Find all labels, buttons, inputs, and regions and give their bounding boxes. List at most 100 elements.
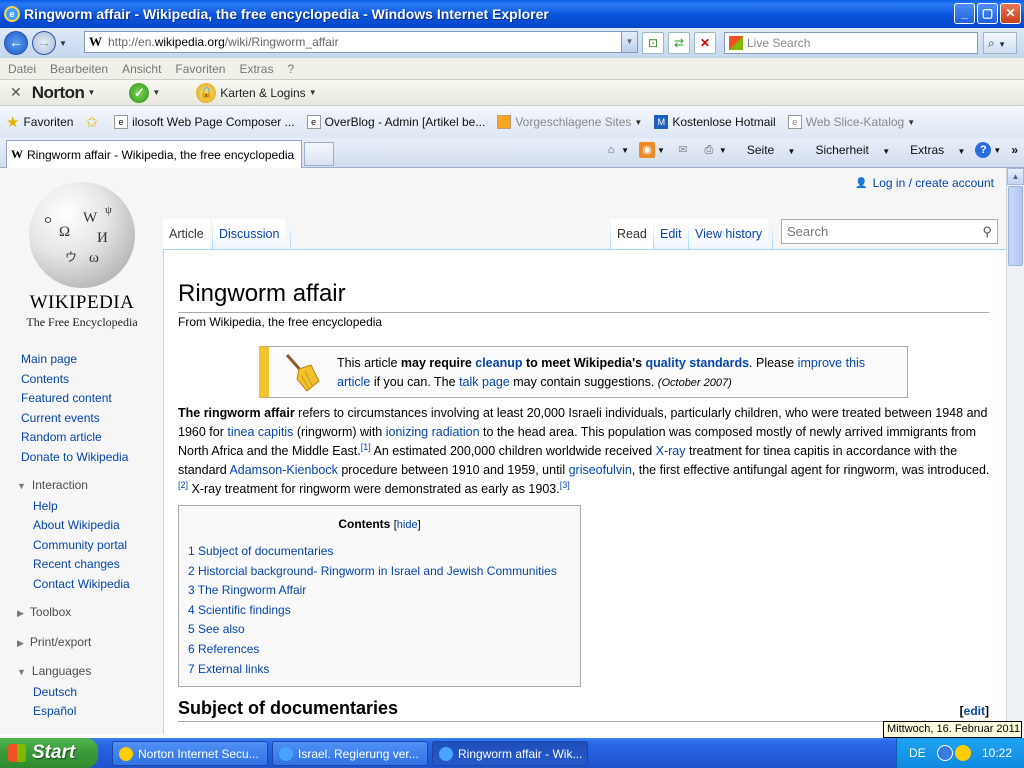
compatibility-icon[interactable]: ⊡ [642,32,664,54]
language-link-deutsch[interactable]: Deutsch [0,683,162,703]
reference-3-link[interactable]: [3] [560,480,570,490]
toc-item[interactable]: 7 External links [188,662,269,676]
toc-item[interactable]: 4 Scientific findings [188,603,291,617]
vertical-scrollbar[interactable]: ▲ [1006,168,1024,734]
portal-interaction-toggle[interactable]: ▼ Interaction [0,476,162,497]
adamson-kienbock-link[interactable]: Adamson-Kienbock [229,463,337,477]
quality-standards-link[interactable]: quality standards [646,356,750,370]
menu-favorites[interactable]: Favoriten [175,62,225,76]
tinea-capitis-link[interactable]: tinea capitis [227,425,293,439]
portal-languages-toggle[interactable]: ▼ Languages [0,662,162,683]
sidebar-item-main-page[interactable]: Main page [0,350,162,370]
tab-edit[interactable]: Edit [654,219,688,249]
back-button[interactable]: ← [4,31,28,55]
toc-hide-link[interactable]: hide [397,519,418,531]
address-bar[interactable]: W http://en. wikipedia.org/wiki/Ringworm_… [84,31,638,53]
wikipedia-logo[interactable]: Ω W И ウ ω ㅇ ψ WIKIPEDIA The Free Encyclo… [18,182,146,330]
reference-1-link[interactable]: [1] [361,442,371,452]
toc-item[interactable]: 1 Subject of documentaries [188,544,333,558]
new-tab-button[interactable] [304,142,334,166]
help-icon[interactable]: ? [975,142,992,158]
x-ray-link[interactable]: X-ray [656,444,686,458]
tab-discussion[interactable]: Discussion [213,219,286,249]
portal-print-toggle[interactable]: ▶ Print/export [0,633,162,654]
live-search-input[interactable]: Live Search [724,32,978,54]
cards-logins-button[interactable]: Karten & Logins [220,86,305,100]
mail-icon[interactable]: ✉ [675,142,691,158]
start-button[interactable]: Start [0,738,98,768]
norton-logo[interactable]: Norton [32,83,85,103]
language-indicator[interactable]: DE [909,746,926,760]
add-favorite-button[interactable]: ✩ [85,113,102,131]
language-link-espanol[interactable]: Español [0,702,162,722]
search-options-icon[interactable]: ▼ [998,40,1006,49]
help-dropdown-icon[interactable]: ▼ [993,146,1001,155]
forward-button[interactable]: → [32,31,56,55]
feed-dropdown-icon[interactable]: ▼ [657,146,665,155]
close-button[interactable]: ✕ [1000,3,1021,24]
fav-item-web-slice[interactable]: e Web Slice-Katalog ▼ [787,115,915,129]
search-go-button[interactable]: ⌕ ▼ [983,32,1017,54]
print-dropdown-icon[interactable]: ▼ [719,146,727,155]
sidebar-item-help[interactable]: Help [0,497,162,517]
toc-item[interactable]: 6 References [188,642,259,656]
security-menu[interactable]: Sicherheit ▼ [805,143,890,157]
history-dropdown-icon[interactable]: ▼ [59,39,67,48]
close-toolbar-icon[interactable]: ✕ [10,84,22,101]
ionizing-radiation-link[interactable]: ionizing radiation [386,425,480,439]
cleanup-link[interactable]: cleanup [475,356,522,370]
griseofulvin-link[interactable]: griseofulvin [569,463,632,477]
toc-item[interactable]: 3 The Ringworm Affair [188,583,306,597]
reference-2-link[interactable]: [2] [178,480,188,490]
section-edit-link[interactable]: edit [964,704,985,718]
home-dropdown-icon[interactable]: ▼ [621,146,629,155]
talk-page-link[interactable]: talk page [459,375,510,389]
toc-item[interactable]: 5 See also [188,622,245,636]
norton-dropdown-icon[interactable]: ▼ [87,88,95,97]
browser-tab-active[interactable]: W Ringworm affair - Wikipedia, the free … [6,140,302,168]
favorites-button[interactable]: ★ Favoriten [6,113,73,131]
menu-view[interactable]: Ansicht [122,62,161,76]
page-menu[interactable]: Seite ▼ [737,143,796,157]
maximize-button[interactable]: ▢ [977,3,998,24]
address-dropdown-icon[interactable]: ▼ [621,32,637,52]
print-icon[interactable]: ⎙ [701,142,717,158]
fav-item-suggested-sites[interactable]: Vorgeschlagene Sites ▼ [497,115,642,129]
tab-view-history[interactable]: View history [689,219,769,249]
menu-tools[interactable]: Extras [239,62,273,76]
tools-menu[interactable]: Extras ▼ [900,143,965,157]
tray-back-icon[interactable] [937,745,953,761]
toc-item[interactable]: 2 Historcial background- Ringworm in Isr… [188,564,557,578]
home-icon[interactable]: ⌂ [603,142,619,158]
fav-item-hotmail[interactable]: M Kostenlose Hotmail [654,115,776,129]
taskbar-item-ringworm[interactable]: Ringworm affair - Wik... [432,741,588,766]
search-icon[interactable]: ⚲ [982,224,992,240]
menu-help[interactable]: ? [287,62,294,76]
sidebar-item-about[interactable]: About Wikipedia [0,516,162,536]
sidebar-item-contact[interactable]: Contact Wikipedia [0,575,162,595]
tab-article[interactable]: Article [163,219,210,249]
fav-item-ilosoft[interactable]: e ilosoft Web Page Composer ... [114,115,295,129]
fav-item-overblog[interactable]: e OverBlog - Admin [Artikel be... [306,115,485,129]
sidebar-item-donate[interactable]: Donate to Wikipedia [0,448,162,468]
sidebar-item-recent-changes[interactable]: Recent changes [0,555,162,575]
scrollbar-thumb[interactable] [1008,186,1023,266]
taskbar-item-norton[interactable]: Norton Internet Secu... [112,741,268,766]
safe-dropdown-icon[interactable]: ▼ [152,88,160,97]
login-link[interactable]: 👤 Log in / create account [855,176,994,190]
wiki-search-input[interactable]: Search ⚲ [781,219,998,244]
logins-dropdown-icon[interactable]: ▼ [309,88,317,97]
menu-file[interactable]: Datei [8,62,36,76]
menu-edit[interactable]: Bearbeiten [50,62,108,76]
safe-check-icon[interactable]: ✓ [129,82,150,103]
stop-icon[interactable]: ✕ [694,32,716,54]
clock[interactable]: 10:22 [982,746,1012,760]
sidebar-item-featured-content[interactable]: Featured content [0,389,162,409]
scroll-up-icon[interactable]: ▲ [1007,168,1024,185]
sidebar-item-contents[interactable]: Contents [0,370,162,390]
sidebar-item-random-article[interactable]: Random article [0,428,162,448]
sidebar-item-community-portal[interactable]: Community portal [0,536,162,556]
sidebar-item-current-events[interactable]: Current events [0,409,162,429]
taskbar-item-israel[interactable]: Israel. Regierung ver... [272,741,428,766]
rss-feed-icon[interactable]: ◉ [639,142,655,158]
